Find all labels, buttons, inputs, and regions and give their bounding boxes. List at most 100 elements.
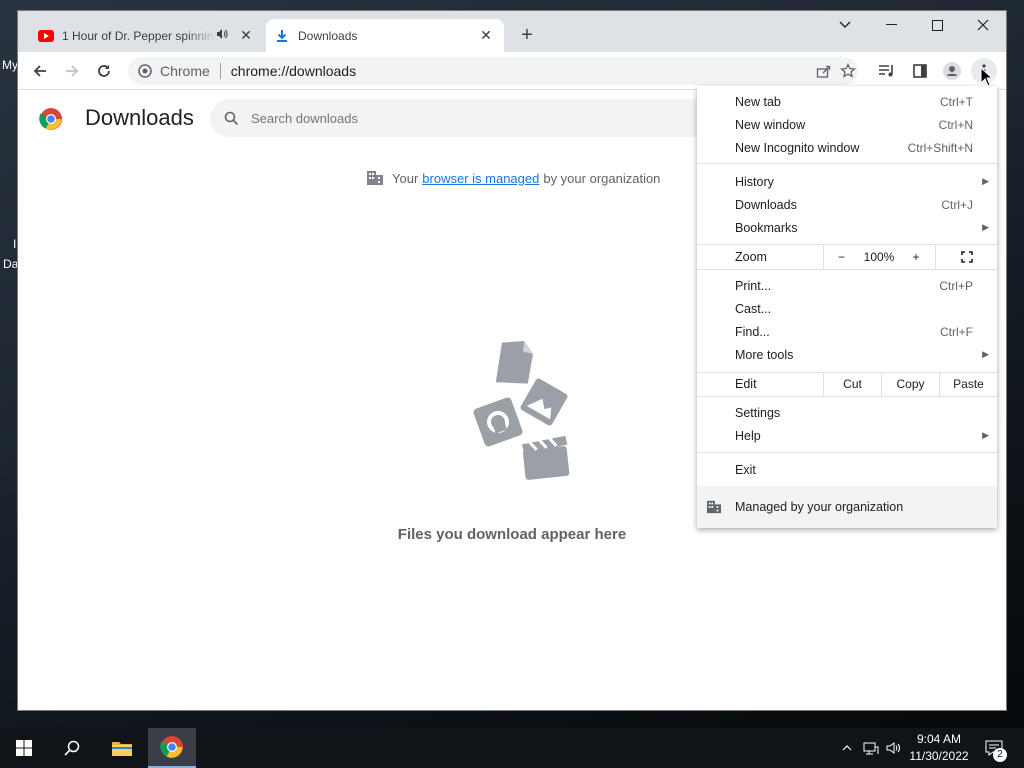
avatar-icon — [943, 62, 961, 80]
side-panel-button[interactable] — [907, 58, 933, 84]
volume-icon — [886, 742, 900, 754]
chevron-up-icon — [842, 745, 852, 751]
menu-item-find[interactable]: Find... Ctrl+F — [697, 320, 997, 343]
back-button[interactable] — [27, 58, 53, 84]
title-bar: 1 Hour of Dr. Pepper spinning ✕ Download… — [18, 11, 1006, 52]
reload-button[interactable] — [91, 58, 117, 84]
reload-icon — [98, 65, 110, 77]
address-bar[interactable]: Chrome chrome://downloads — [128, 57, 858, 85]
edit-label: Edit — [735, 377, 757, 391]
menu-item-label: More tools — [735, 347, 794, 362]
menu-item-new-incognito[interactable]: New Incognito window Ctrl+Shift+N — [697, 136, 997, 159]
tab-search-button[interactable] — [822, 11, 868, 39]
show-hidden-icons-button[interactable] — [838, 728, 856, 768]
close-tab-icon[interactable]: ✕ — [236, 26, 256, 46]
menu-item-bookmarks[interactable]: Bookmarks ▶ — [697, 216, 997, 239]
chrome-logo-icon — [160, 736, 183, 758]
menu-item-label: Print... — [735, 278, 772, 293]
download-icon — [274, 28, 290, 44]
chrome-taskbar-button[interactable] — [148, 728, 196, 768]
mouse-cursor-icon — [980, 67, 994, 87]
media-controls-button[interactable] — [874, 58, 900, 84]
building-icon — [366, 170, 384, 186]
chrome-app-menu: New tab Ctrl+T New window Ctrl+N New Inc… — [697, 86, 997, 528]
zoom-out-button[interactable]: − — [823, 245, 859, 269]
menu-shortcut: Ctrl+P — [939, 278, 973, 293]
bookmark-star-button[interactable] — [835, 58, 861, 84]
menu-item-label: New Incognito window — [735, 140, 860, 155]
tab-title: 1 Hour of Dr. Pepper spinning — [62, 28, 216, 43]
menu-item-history[interactable]: History ▶ — [697, 170, 997, 193]
menu-item-label: Find... — [735, 324, 770, 339]
tab-youtube[interactable]: 1 Hour of Dr. Pepper spinning ✕ — [30, 19, 264, 52]
taskbar-search-button[interactable] — [48, 728, 96, 768]
fullscreen-icon — [960, 251, 973, 263]
submenu-arrow-icon: ▶ — [982, 349, 989, 359]
search-icon — [224, 111, 239, 126]
clock-date: 11/30/2022 — [909, 749, 969, 763]
cut-button[interactable]: Cut — [823, 372, 881, 396]
network-button[interactable] — [860, 728, 882, 768]
notification-center-button[interactable]: 2 — [978, 728, 1010, 768]
search-input[interactable] — [251, 110, 651, 126]
new-tab-button[interactable]: + — [516, 25, 538, 47]
music-icon — [473, 397, 523, 447]
menu-item-label: Cast... — [735, 301, 772, 316]
menu-shortcut: Ctrl+J — [941, 197, 973, 212]
folder-icon — [112, 742, 132, 756]
image-icon — [520, 378, 568, 426]
maximize-icon — [931, 19, 943, 31]
media-queue-icon — [879, 65, 893, 77]
minimize-icon — [885, 24, 897, 25]
site-label: Chrome — [160, 63, 210, 79]
zoom-in-button[interactable]: + — [899, 245, 933, 269]
toolbar: Chrome chrome://downloads — [18, 52, 1006, 90]
close-icon — [977, 19, 989, 31]
search-downloads[interactable] — [210, 99, 710, 137]
taskbar-clock[interactable]: 9:04 AM 11/30/2022 — [908, 731, 970, 765]
submenu-arrow-icon: ▶ — [982, 222, 989, 232]
menu-item-downloads[interactable]: Downloads Ctrl+J — [697, 193, 997, 216]
managed-link[interactable]: browser is managed — [422, 171, 539, 186]
page-title: Downloads — [85, 105, 194, 130]
menu-item-label: History — [735, 174, 774, 189]
back-arrow-icon — [33, 65, 46, 77]
menu-item-new-tab[interactable]: New tab Ctrl+T — [697, 90, 997, 113]
menu-item-print[interactable]: Print... Ctrl+P — [697, 274, 997, 297]
menu-item-managed[interactable]: Managed by your organization — [697, 486, 997, 528]
share-icon[interactable] — [816, 64, 832, 78]
minimize-button[interactable] — [868, 11, 914, 39]
menu-divider — [697, 452, 997, 453]
menu-item-exit[interactable]: Exit — [697, 458, 997, 481]
file-explorer-button[interactable] — [98, 728, 146, 768]
fullscreen-button[interactable] — [935, 245, 997, 269]
menu-item-cast[interactable]: Cast... — [697, 297, 997, 320]
copy-button[interactable]: Copy — [881, 372, 939, 396]
side-panel-icon — [913, 64, 927, 78]
menu-item-help[interactable]: Help ▶ — [697, 424, 997, 447]
menu-item-label: Settings — [735, 405, 781, 420]
menu-item-new-window[interactable]: New window Ctrl+N — [697, 113, 997, 136]
desktop-icon-label: My — [2, 58, 18, 72]
network-icon — [863, 742, 879, 755]
menu-item-settings[interactable]: Settings — [697, 401, 997, 424]
close-tab-icon[interactable]: ✕ — [476, 26, 496, 46]
zoom-level: 100% — [863, 250, 895, 264]
edit-row: Edit Cut Copy Paste — [697, 372, 997, 396]
building-icon — [706, 500, 722, 514]
volume-button[interactable] — [883, 728, 905, 768]
maximize-button[interactable] — [914, 11, 960, 39]
search-icon — [64, 740, 80, 756]
close-window-button[interactable] — [960, 11, 1006, 39]
chevron-down-icon — [839, 21, 851, 28]
clock-time: 9:04 AM — [916, 732, 962, 746]
start-button[interactable] — [0, 728, 48, 768]
forward-button[interactable] — [59, 58, 85, 84]
chrome-logo-icon — [39, 107, 63, 136]
speaker-icon[interactable] — [216, 28, 230, 43]
profile-button[interactable] — [939, 58, 965, 84]
menu-item-more-tools[interactable]: More tools ▶ — [697, 343, 997, 366]
paste-button[interactable]: Paste — [939, 372, 997, 396]
tab-downloads[interactable]: Downloads ✕ — [266, 19, 504, 52]
managed-notice: Your browser is managed by your organiza… — [366, 170, 660, 186]
